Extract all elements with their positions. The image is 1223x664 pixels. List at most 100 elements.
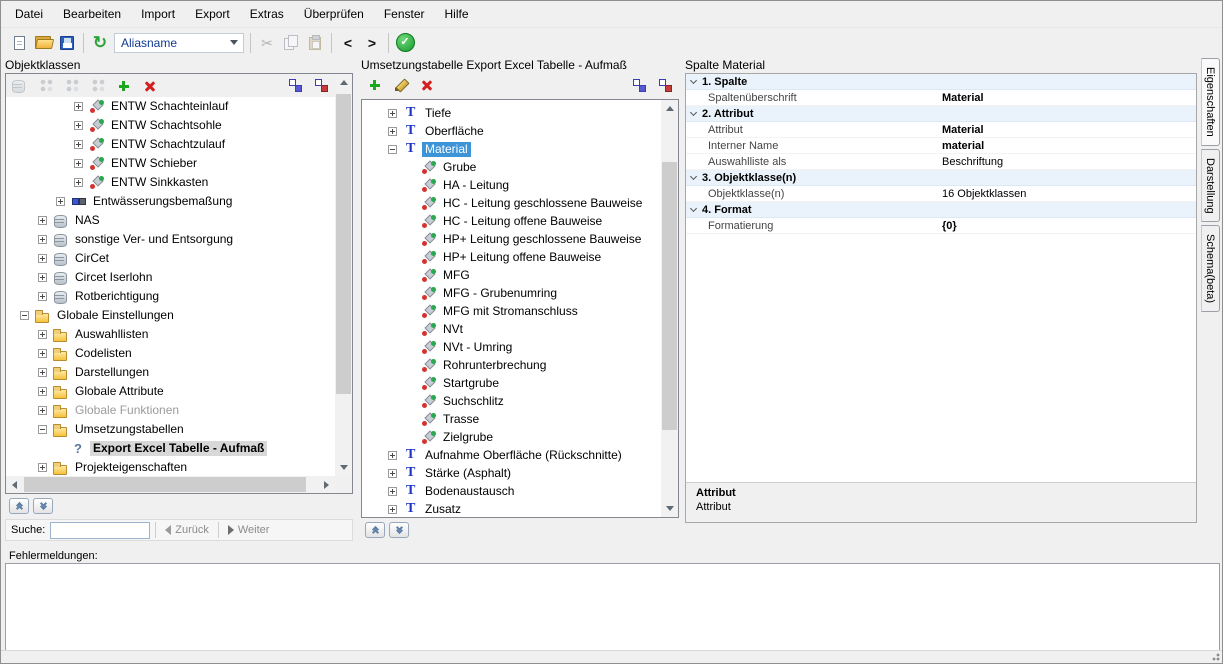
expand-all-button[interactable]	[627, 73, 651, 97]
collapse-minus-icon[interactable]	[38, 425, 47, 434]
scroll-down-arrow[interactable]	[335, 459, 352, 476]
expand-plus-icon[interactable]	[38, 273, 47, 282]
tree-item[interactable]: HA - Leitung	[362, 176, 661, 194]
expand-plus-icon[interactable]	[74, 140, 83, 149]
expand-plus-icon[interactable]	[38, 330, 47, 339]
tree-item[interactable]: Circet Iserlohn	[6, 268, 335, 287]
expand-plus-icon[interactable]	[38, 368, 47, 377]
tree-item[interactable]: HP+ Leitung offene Bauweise	[362, 248, 661, 266]
tree-item[interactable]: Zusatz	[362, 500, 661, 517]
tree-item[interactable]: Grube	[362, 158, 661, 176]
horizontal-scrollbar-thumb[interactable]	[24, 477, 306, 492]
tree-item[interactable]: MFG	[362, 266, 661, 284]
tree-item[interactable]: Aufnahme Oberfläche (Rückschnitte)	[362, 446, 661, 464]
expand-plus-icon[interactable]	[74, 102, 83, 111]
expand-plus-icon[interactable]	[38, 463, 47, 472]
tree-item[interactable]: Rotberichtigung	[6, 287, 335, 306]
menu-item-extras[interactable]: Extras	[240, 1, 294, 27]
tree-item[interactable]: Auswahllisten	[6, 325, 335, 344]
property-row[interactable]: Formatierung{0}	[686, 218, 1196, 234]
collapse-minus-icon[interactable]	[388, 145, 397, 154]
scroll-down-arrow[interactable]	[661, 500, 678, 517]
tree-item[interactable]: ENTW Schieber	[6, 154, 335, 173]
tree-item[interactable]: Darstellungen	[6, 363, 335, 382]
search-forward-button[interactable]: Weiter	[224, 524, 274, 536]
tree-item[interactable]: CirCet	[6, 249, 335, 268]
search-input[interactable]	[50, 522, 150, 539]
add-button[interactable]	[112, 74, 136, 98]
tree-item[interactable]: NAS	[6, 211, 335, 230]
validate-button[interactable]: ✓	[393, 31, 417, 55]
expand-plus-icon[interactable]	[38, 292, 47, 301]
collapse-minus-icon[interactable]	[20, 311, 29, 320]
expand-plus-icon[interactable]	[38, 349, 47, 358]
tree-item[interactable]: NVt - Umring	[362, 338, 661, 356]
menu-item-bearbeiten[interactable]: Bearbeiten	[53, 1, 131, 27]
expand-plus-icon[interactable]	[38, 406, 47, 415]
tree-item[interactable]: NVt	[362, 320, 661, 338]
side-tab-schemabeta[interactable]: Schema(beta)	[1201, 225, 1220, 312]
expand-plus-icon[interactable]	[388, 487, 397, 496]
property-row[interactable]: Auswahlliste alsBeschriftung	[686, 154, 1196, 170]
resize-grip[interactable]	[1210, 651, 1220, 661]
tree-item[interactable]: Umsetzungstabellen	[6, 420, 335, 439]
expand-plus-icon[interactable]	[388, 127, 397, 136]
scroll-left-arrow[interactable]	[6, 476, 23, 493]
property-row[interactable]: Objektklasse(n)16 Objektklassen	[686, 186, 1196, 202]
expand-plus-icon[interactable]	[388, 451, 397, 460]
menu-item-datei[interactable]: Datei	[5, 1, 53, 27]
tree-item[interactable]: Zielgrube	[362, 428, 661, 446]
property-row[interactable]: AttributMaterial	[686, 122, 1196, 138]
edit-column-button[interactable]	[389, 73, 413, 97]
chevron-down-icon[interactable]	[690, 172, 697, 179]
menu-item-import[interactable]: Import	[131, 1, 185, 27]
chevron-down-icon[interactable]	[690, 76, 697, 83]
tree-item[interactable]: Trasse	[362, 410, 661, 428]
delete-column-button[interactable]	[415, 73, 439, 97]
expand-plus-icon[interactable]	[38, 235, 47, 244]
tree-item[interactable]: Codelisten	[6, 344, 335, 363]
tree-item[interactable]: MFG mit Stromanschluss	[362, 302, 661, 320]
tree-item[interactable]: sonstige Ver- und Entsorgung	[6, 230, 335, 249]
vertical-scrollbar-thumb[interactable]	[336, 94, 351, 394]
tree-item[interactable]: Material	[362, 140, 661, 158]
property-category-row[interactable]: 1. Spalte	[686, 74, 1196, 90]
alias-combobox[interactable]: Aliasname	[114, 33, 244, 53]
menu-item-hilfe[interactable]: Hilfe	[435, 1, 479, 27]
tree-item[interactable]: Globale Attribute	[6, 382, 335, 401]
scroll-to-bottom-button[interactable]	[33, 498, 53, 514]
expand-plus-icon[interactable]	[38, 216, 47, 225]
collapse-all-button[interactable]	[653, 73, 677, 97]
scroll-right-arrow[interactable]	[318, 476, 335, 493]
delete-button[interactable]	[138, 74, 162, 98]
expand-all-button[interactable]	[283, 74, 307, 98]
expand-plus-icon[interactable]	[388, 505, 397, 514]
property-row[interactable]: SpaltenüberschriftMaterial	[686, 90, 1196, 106]
tree-item[interactable]: Globale Funktionen	[6, 401, 335, 420]
search-back-button[interactable]: Zurück	[161, 524, 213, 536]
vertical-scrollbar-thumb[interactable]	[662, 162, 677, 430]
tree-item[interactable]: ENTW Sinkkasten	[6, 173, 335, 192]
side-tab-darstellung[interactable]: Darstellung	[1201, 149, 1220, 223]
expand-plus-icon[interactable]	[38, 387, 47, 396]
expand-plus-icon[interactable]	[388, 109, 397, 118]
side-tab-eigenschaften[interactable]: Eigenschaften	[1201, 58, 1220, 146]
add-column-button[interactable]	[363, 73, 387, 97]
open-file-button[interactable]	[31, 31, 55, 55]
tree-item[interactable]: MFG - Grubenumring	[362, 284, 661, 302]
new-file-button[interactable]	[7, 31, 31, 55]
scroll-up-arrow[interactable]	[661, 100, 678, 117]
expand-plus-icon[interactable]	[74, 178, 83, 187]
expand-plus-icon[interactable]	[388, 469, 397, 478]
menu-item-export[interactable]: Export	[185, 1, 240, 27]
menu-item-fenster[interactable]: Fenster	[374, 1, 435, 27]
property-row[interactable]: Interner Namematerial	[686, 138, 1196, 154]
refresh-alias-button[interactable]: ↻	[88, 31, 112, 55]
expand-plus-icon[interactable]	[56, 197, 65, 206]
property-category-row[interactable]: 2. Attribut	[686, 106, 1196, 122]
tree-item[interactable]: ENTW Schachtzulauf	[6, 135, 335, 154]
chevron-down-icon[interactable]	[690, 108, 697, 115]
tree-item[interactable]: HC - Leitung offene Bauweise	[362, 212, 661, 230]
navigate-forward-button[interactable]: >	[360, 31, 384, 55]
property-value[interactable]: Beschriftung	[942, 156, 1196, 168]
